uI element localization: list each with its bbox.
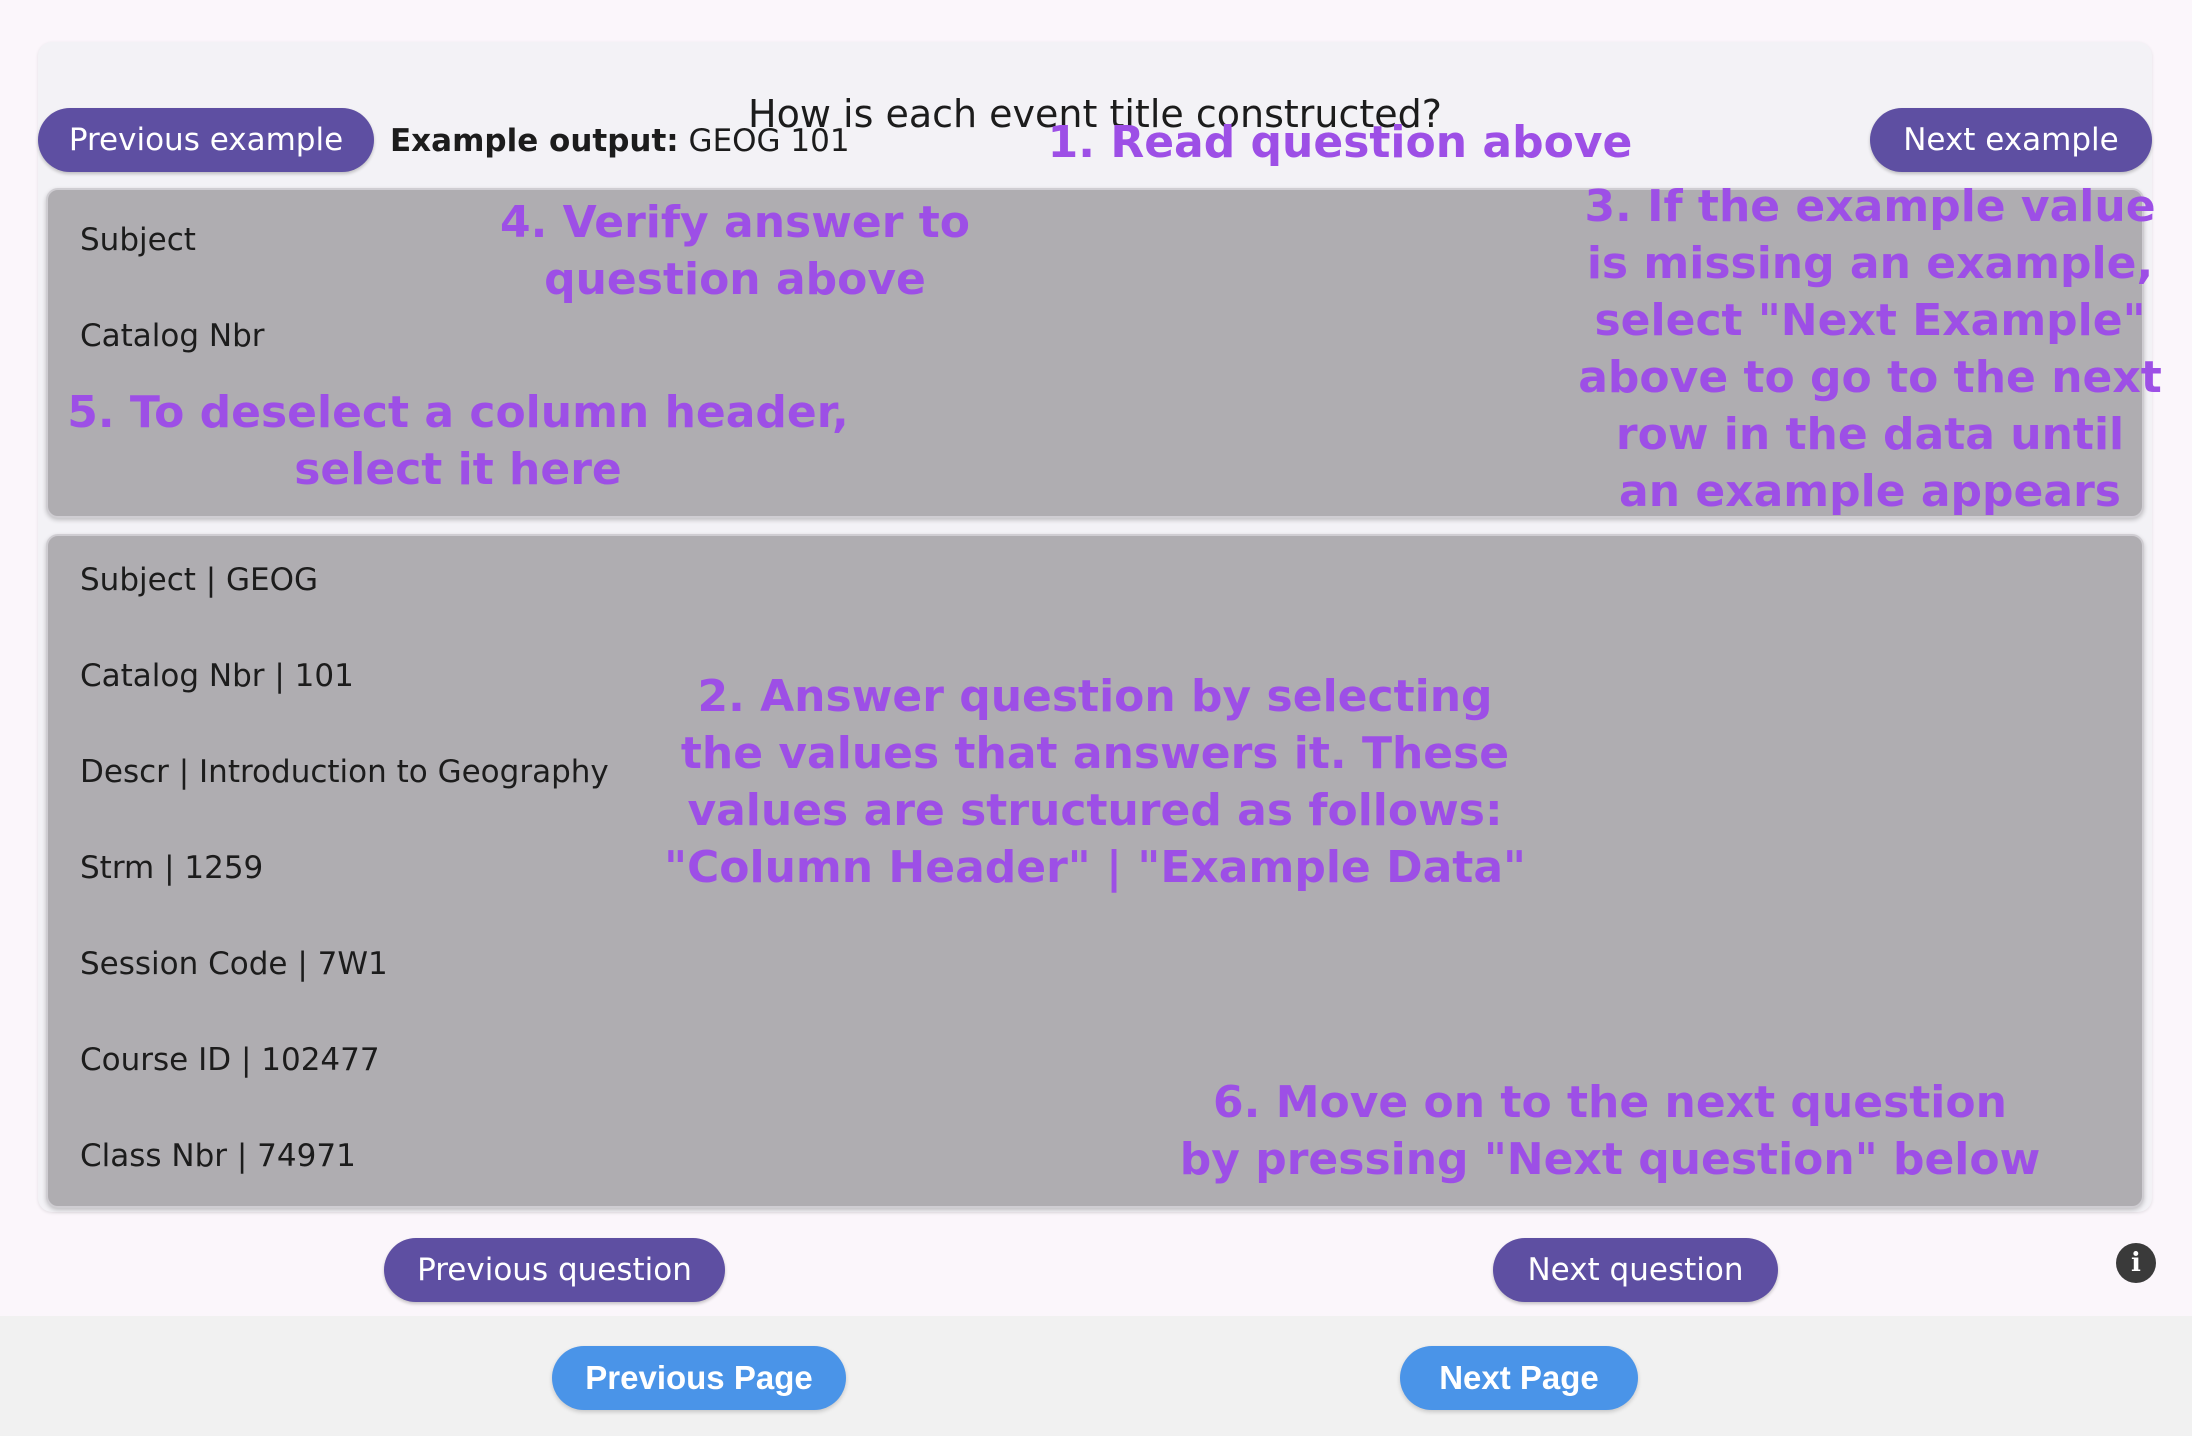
next-example-button[interactable]: Next example: [1870, 108, 2152, 172]
example-output-value: GEOG 101: [678, 123, 850, 159]
value-item[interactable]: Strm | 1259: [80, 846, 263, 890]
example-output: Example output: GEOG 101: [390, 118, 850, 164]
value-item[interactable]: Course ID | 102477: [80, 1038, 380, 1082]
selected-columns-panel: Subject Catalog Nbr: [46, 188, 2144, 518]
selected-column-item[interactable]: Catalog Nbr: [80, 314, 265, 358]
selected-column-item[interactable]: Subject: [80, 218, 196, 262]
value-item[interactable]: Class Nbr | 74971: [80, 1134, 356, 1178]
value-item[interactable]: Catalog Nbr | 101: [80, 654, 354, 698]
info-icon[interactable]: i: [2116, 1243, 2156, 1283]
previous-example-button[interactable]: Previous example: [38, 108, 374, 172]
example-output-label: Example output:: [390, 123, 679, 159]
next-page-button[interactable]: Next Page: [1400, 1346, 1638, 1410]
page-footer: [0, 1316, 2192, 1436]
value-item[interactable]: Session Code | 7W1: [80, 942, 388, 986]
previous-question-button[interactable]: Previous question: [384, 1238, 725, 1302]
available-values-panel: Subject | GEOG Catalog Nbr | 101 Descr |…: [46, 534, 2144, 1208]
value-item[interactable]: Descr | Introduction to Geography: [80, 750, 609, 794]
value-item[interactable]: Subject | GEOG: [80, 558, 318, 602]
previous-page-button[interactable]: Previous Page: [552, 1346, 846, 1410]
next-question-button[interactable]: Next question: [1493, 1238, 1778, 1302]
